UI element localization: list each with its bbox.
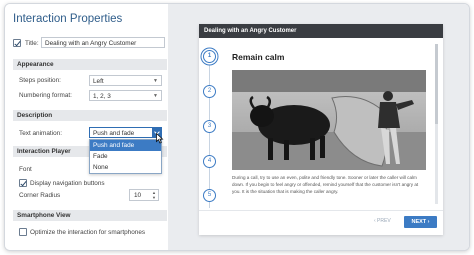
dropdown-option[interactable]: Fade [90,151,161,162]
prev-button[interactable]: ‹ PREV [374,218,391,224]
title-input[interactable]: Dealing with an Angry Customer [41,37,165,48]
appearance-section-header[interactable]: Appearance [13,59,167,70]
dropdown-option[interactable]: None [90,162,161,173]
step-2[interactable]: 2 [203,85,216,98]
mouse-cursor-icon [156,133,164,144]
scrollbar-thumb[interactable] [435,44,438,124]
interaction-player: Dealing with an Angry Customer 1 2 3 4 5… [199,24,443,235]
text-animation-select[interactable]: Push and fade [89,127,162,138]
properties-panel: Interaction Properties Title: Dealing wi… [5,4,168,250]
content-scrollbar[interactable] [435,44,438,204]
steps-column: 1 2 3 4 5 [199,38,223,235]
text-animation-value: Push and fade [93,129,135,137]
steps-position-select[interactable]: Left ▼ [89,75,162,86]
numbering-format-select[interactable]: 1, 2, 3 ▼ [89,90,162,101]
numbering-format-value: 1, 2, 3 [93,92,111,100]
steps-position-value: Left [93,77,104,85]
content-title: Remain calm [232,52,285,62]
title-label: Title: [25,40,39,47]
step-content: Remain calm During a call, try to use an… [232,38,432,206]
preview-area: Dealing with an Angry Customer 1 2 3 4 5… [168,4,469,250]
display-navigation-label: Display navigation buttons [30,180,105,187]
chevron-down-icon: ▼ [153,78,158,84]
corner-radius-label: Corner Radius [19,192,61,199]
footer-divider [199,210,443,211]
optimize-smartphones-label: Optimize the interaction for smartphones [30,229,146,236]
stepper-arrows-icon[interactable]: ▲ ▼ [152,190,156,200]
numbering-format-label: Numbering format: [19,92,72,99]
chevron-down-icon: ▼ [153,93,158,99]
font-label: Font [19,166,32,173]
dropdown-option[interactable]: Push and fade [90,140,161,151]
step-1[interactable]: 1 [203,50,216,63]
optimize-smartphones-checkbox[interactable] [19,228,27,236]
text-animation-label: Text animation: [19,130,62,137]
smartphone-view-section-header[interactable]: Smartphone View [13,210,167,221]
corner-radius-stepper[interactable]: 10 ▲ ▼ [129,189,159,201]
bullfighter-photo [232,70,426,170]
title-checkbox[interactable] [13,39,21,47]
step-4[interactable]: 4 [203,155,216,168]
interaction-properties-window: Interaction Properties Title: Dealing wi… [4,3,470,251]
step-3[interactable]: 3 [203,120,216,133]
display-navigation-checkbox[interactable] [19,179,27,187]
steps-position-label: Steps position: [19,77,61,84]
next-button[interactable]: NEXT › [404,216,437,228]
step-5[interactable]: 5 [203,189,216,202]
window-title: Interaction Properties [13,13,123,25]
title-row: Title: Dealing with an Angry Customer [13,37,166,50]
content-text: During a call, try to use an even, polit… [232,175,419,194]
player-header: Dealing with an Angry Customer [199,24,443,38]
text-animation-dropdown: Push and fade Fade None [89,139,162,174]
corner-radius-value: 10 [134,192,142,199]
description-section-header[interactable]: Description [13,110,167,121]
steps-connector [209,58,210,208]
